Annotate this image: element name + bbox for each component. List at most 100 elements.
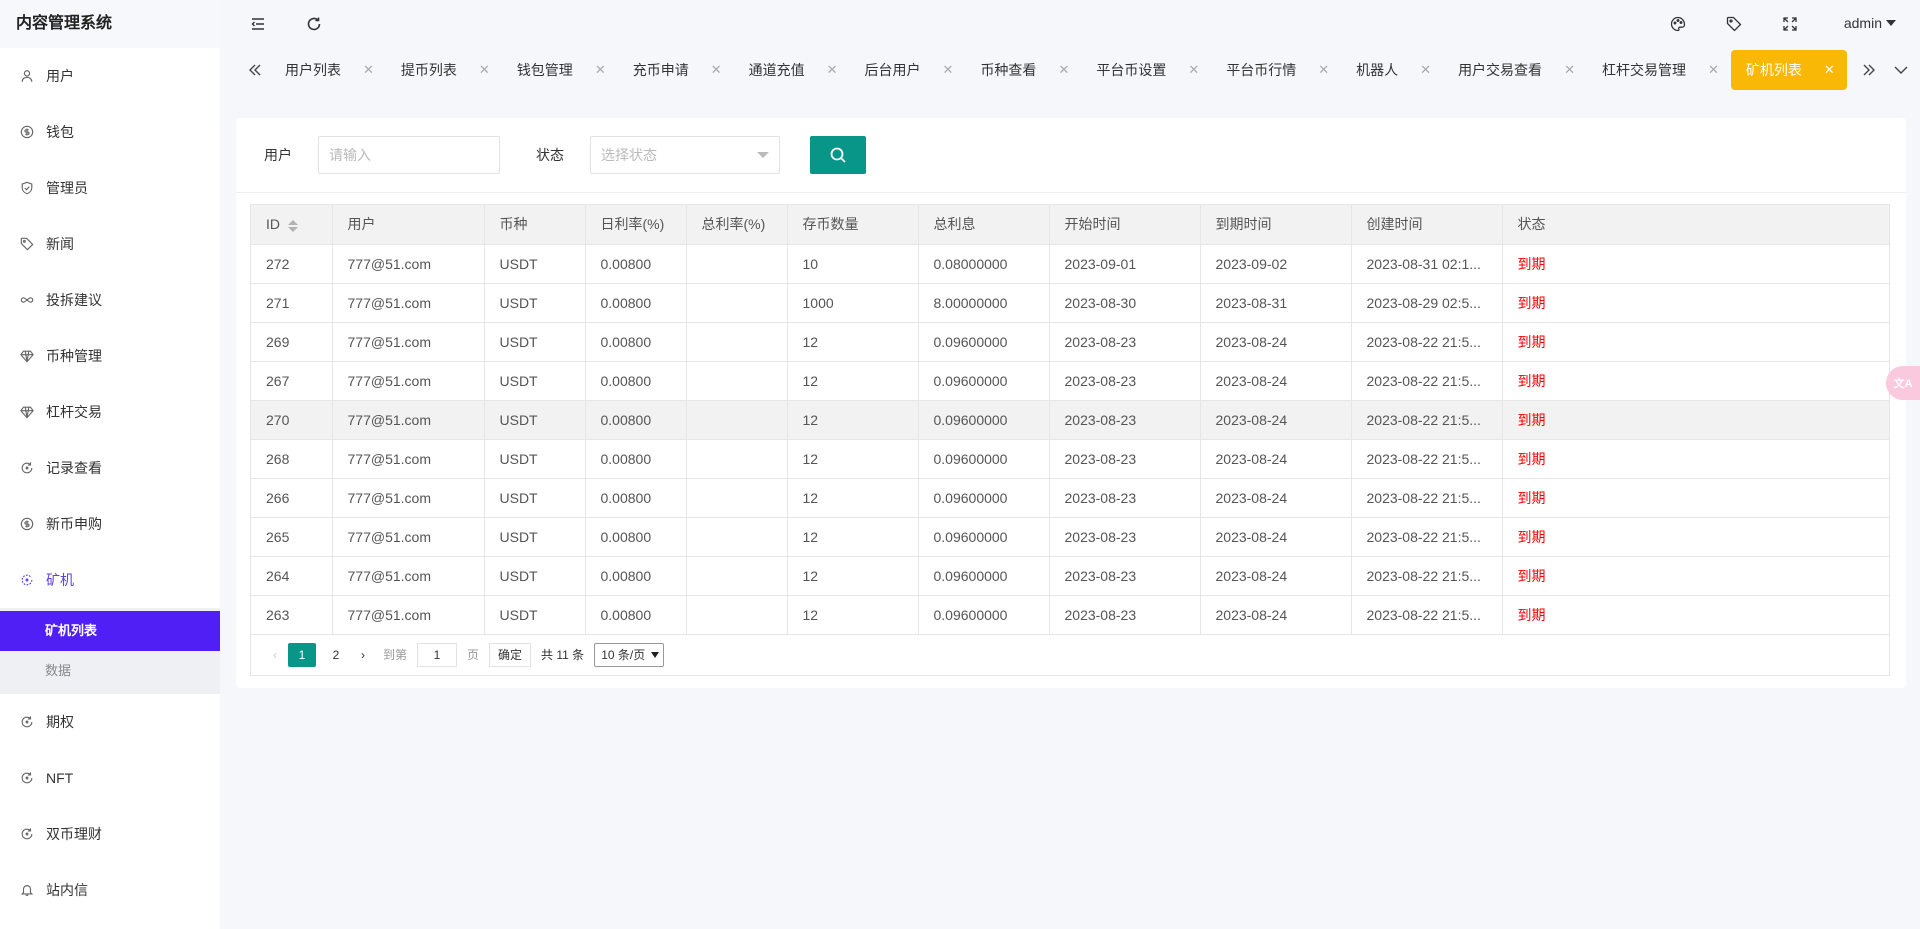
sort-icon[interactable] [288,219,298,232]
close-icon[interactable]: ✕ [1824,62,1835,78]
close-icon[interactable]: ✕ [1188,62,1199,78]
page-button[interactable]: 2 [322,643,350,667]
sidebar-item-currency[interactable]: 币种管理 [0,328,220,384]
table-cell [686,478,788,518]
translate-icon[interactable]: 文A [1886,366,1920,400]
fullscreen-icon[interactable] [1780,14,1800,34]
tab-user-trade-view[interactable]: 用户交易查看 ✕ [1443,50,1587,90]
refresh-icon[interactable] [304,14,324,34]
theme-palette-icon[interactable] [1668,14,1688,34]
tab-label: 币种查看 [980,62,1037,78]
tab-label: 用户列表 [285,62,341,78]
tab-currency-view[interactable]: 币种查看 ✕ [965,50,1081,90]
tab-robot[interactable]: 机器人 ✕ [1341,50,1443,90]
tabs-dropdown-icon[interactable] [1888,56,1914,84]
tab-leverage-management[interactable]: 杠杆交易管理 ✕ [1587,50,1731,90]
page-size-select[interactable]: 10 条/页 [594,642,665,667]
user-search-input[interactable] [318,136,500,174]
prev-page-icon[interactable]: ‹ [265,643,285,667]
table-cell: 777@51.com [332,439,485,479]
close-icon[interactable]: ✕ [1564,62,1575,78]
table-cell: 777@51.com [332,322,485,362]
sidebar-item-records[interactable]: 记录查看 [0,440,220,496]
tab-backend-users[interactable]: 后台用户 ✕ [850,50,966,90]
page-button[interactable]: 1 [288,642,316,667]
column-header-id[interactable]: ID [251,205,333,245]
close-icon[interactable]: ✕ [943,62,954,78]
tab-label: 用户交易查看 [1458,62,1543,78]
table-cell: 2023-08-23 [1049,439,1201,479]
search-button[interactable] [810,136,866,174]
tag-icon[interactable] [1724,14,1744,34]
sidebar-item-label: 新币申购 [46,516,102,532]
sidebar-item-dual-currency[interactable]: 双币理财 [0,806,220,862]
table-row[interactable]: 265 777@51.com USDT 0.00800 12 0.09600000 2023… [251,517,1889,557]
table-cell [686,556,788,596]
tabs-scroll-right-icon[interactable] [1856,56,1882,84]
sidebar-item-messages[interactable]: 站内信 [0,862,220,918]
table-cell: 270 [251,400,333,440]
sidebar-item-user[interactable]: 用户 [0,48,220,104]
table-row[interactable]: 268 777@51.com USDT 0.00800 12 0.09600000 2023… [251,439,1889,479]
close-icon[interactable]: ✕ [1318,62,1329,78]
close-icon[interactable]: ✕ [1058,62,1069,78]
tab-deposit-request[interactable]: 充币申请 ✕ [618,50,734,90]
table-cell: 12 [787,517,919,557]
close-icon[interactable]: ✕ [711,62,722,78]
table-row[interactable]: 271 777@51.com USDT 0.00800 1000 8.00000000 20… [251,283,1889,323]
tab-platform-coin-market[interactable]: 平台币行情 ✕ [1211,50,1341,90]
diamond-icon [20,349,34,363]
table-cell: 2023-09-02 [1200,244,1352,284]
sidebar-item-label: 新闻 [46,236,74,252]
table-row[interactable]: 263 777@51.com USDT 0.00800 12 0.09600000 2023… [251,595,1889,635]
table-row[interactable]: 267 777@51.com USDT 0.00800 12 0.09600000 2023… [251,361,1889,401]
tab-withdraw-list[interactable]: 提币列表 ✕ [386,50,502,90]
sidebar-item-news[interactable]: 新闻 [0,216,220,272]
close-icon[interactable]: ✕ [1708,62,1719,78]
table-cell: 269 [251,322,333,362]
tab-platform-coin-settings[interactable]: 平台币设置 ✕ [1081,50,1211,90]
tab-wallet-management[interactable]: 钱包管理 ✕ [502,50,618,90]
close-icon[interactable]: ✕ [363,62,374,78]
close-icon[interactable]: ✕ [595,62,606,78]
next-page-icon[interactable]: › [353,643,373,667]
collapse-menu-icon[interactable] [248,14,268,34]
refresh-icon [20,827,34,841]
tab-channel-recharge[interactable]: 通道充值 ✕ [734,50,850,90]
table-header-row: ID 用户 币种 日利率(%) 总利率(%) 存币数量 总利息 开始时间 到期时… [251,205,1889,245]
table-cell: 12 [787,478,919,518]
close-icon[interactable]: ✕ [827,62,838,78]
sidebar-subitem-miner-list[interactable]: 矿机列表 [0,611,220,651]
table-row[interactable]: 272 777@51.com USDT 0.00800 10 0.08000000 2023… [251,244,1889,284]
table-row[interactable]: 266 777@51.com USDT 0.00800 12 0.09600000 2023… [251,478,1889,518]
tab-miner-list[interactable]: 矿机列表 ✕ [1730,50,1847,90]
top-header: admin [220,0,1920,48]
sidebar-item-miner[interactable]: 矿机 [0,552,220,608]
table-row[interactable]: 269 777@51.com USDT 0.00800 12 0.09600000 2023… [251,322,1889,362]
bell-icon [20,883,34,897]
goto-confirm-button[interactable]: 确定 [489,642,532,667]
goto-page-input[interactable] [417,642,458,667]
table-row[interactable]: 264 777@51.com USDT 0.00800 12 0.09600000 2023… [251,556,1889,596]
status-select[interactable]: 选择状态 [590,136,780,174]
table-cell: 2023-08-22 21:5... [1351,517,1503,557]
sidebar-item-wallet[interactable]: 钱包 [0,104,220,160]
sidebar-item-new-coin[interactable]: 新币申购 [0,496,220,552]
user-menu[interactable]: admin [1844,15,1896,31]
table-cell: 0.09600000 [918,439,1050,479]
close-icon[interactable]: ✕ [1420,62,1431,78]
close-icon[interactable]: ✕ [479,62,490,78]
sidebar: 内容管理系统 用户 钱包 管理员 新闻 投拆建议 币种管理 杠杆交易 记录查看 … [0,0,220,929]
sidebar-item-nft[interactable]: NFT [0,750,220,806]
sidebar-item-leverage[interactable]: 杠杆交易 [0,384,220,440]
column-header: 总利率(%) [686,205,788,245]
sidebar-item-admin[interactable]: 管理员 [0,160,220,216]
table-cell: 2023-08-22 21:5... [1351,439,1503,479]
tabs-scroll-left-icon[interactable] [242,56,268,84]
sidebar-subitem-data[interactable]: 数据 [0,651,220,691]
table-row[interactable]: 270 777@51.com USDT 0.00800 12 0.09600000 2023… [251,400,1889,440]
sidebar-item-options[interactable]: 期权 [0,694,220,750]
tab-user-list[interactable]: 用户列表 ✕ [270,50,386,90]
column-header: 总利息 [918,205,1050,245]
sidebar-item-feedback[interactable]: 投拆建议 [0,272,220,328]
